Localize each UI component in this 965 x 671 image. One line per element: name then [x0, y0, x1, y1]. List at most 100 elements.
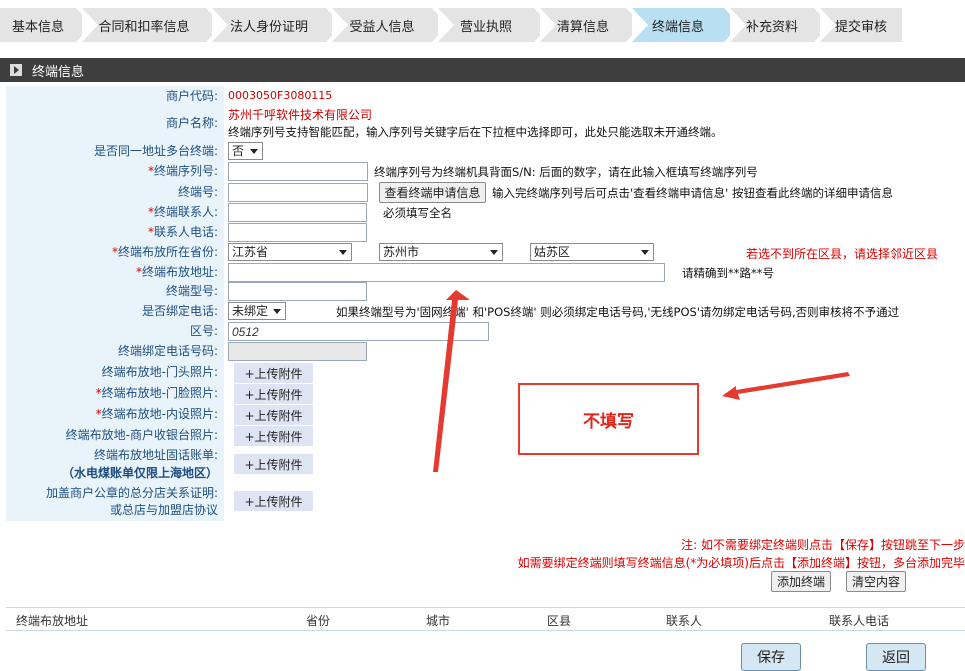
tab-terminal[interactable]: 终端信息	[632, 8, 740, 42]
label-text: 联系人电话:	[153, 225, 218, 239]
tab-license[interactable]: 营业执照	[438, 8, 550, 42]
contact-input[interactable]	[228, 203, 367, 222]
province-select[interactable]: 江苏省	[228, 243, 352, 261]
tab-label: 基本信息	[11, 19, 64, 35]
bind-phone-label: 是否绑定电话:	[141, 304, 218, 318]
select-value: 江苏省	[232, 245, 269, 259]
label-text: 终端布放地址:	[141, 265, 218, 279]
view-apply-button[interactable]: 查看终端申请信息	[379, 182, 486, 203]
select-value: 姑苏区	[534, 245, 571, 259]
step-tabs: 基本信息 合同和扣率信息 法人身份证明 受益人信息 营业执照 清算信息 终端信息…	[0, 8, 965, 42]
tab-label: 提交审核	[834, 19, 887, 35]
photo-cashier-label: 终端布放地-商户收银台照片:	[65, 428, 218, 442]
district-hint: 若选不到所在区县，请选择邻近区县	[746, 247, 939, 261]
contact-label: *终端联系人:	[147, 205, 218, 219]
select-value: 未绑定	[232, 304, 269, 318]
section-title: 终端信息	[32, 64, 85, 80]
bill-label: 终端布放地址固话账单:	[93, 448, 218, 462]
upload-inside-button[interactable]: +上传附件	[234, 405, 313, 425]
back-button[interactable]: 返回	[866, 643, 926, 671]
serial-label: *终端序列号:	[147, 164, 218, 178]
chevron-down-icon	[641, 250, 649, 255]
tab-label: 法人身份证明	[229, 19, 308, 35]
merchant-code-label: 商户代码:	[165, 89, 218, 103]
merchant-code-value: 0003050F3080115	[228, 89, 333, 102]
same-address-label: 是否同一地址多台终端:	[93, 144, 218, 158]
terminal-no-hint: 输入完终端序列号后可点击'查看终端申请信息' 按钮查看此终端的详细申请信息	[492, 186, 893, 200]
address-hint: 请精确到**路**号	[682, 266, 774, 280]
same-address-select[interactable]: 否	[228, 142, 263, 160]
photo-inside-label: *终端布放地-内设照片:	[95, 407, 218, 421]
annotation-text: 不填写	[583, 411, 634, 432]
photo-face-label: *终端布放地-门脸照片:	[95, 386, 218, 400]
label-text: 终端序列号:	[153, 164, 218, 178]
area-code-input[interactable]	[228, 322, 489, 341]
note-line-1: 注: 如不需要绑定终端则点击【保存】按钮跳至下一步	[681, 538, 965, 552]
terminal-no-input[interactable]	[228, 183, 368, 202]
label-text: 终端联系人:	[153, 205, 218, 219]
upload-face-button[interactable]: +上传附件	[234, 384, 313, 404]
bind-phone-hint: 如果终端型号为'固网终端' 和'POS终端' 则必须绑定电话号码,'无线POS'…	[336, 305, 900, 319]
tab-basic-info[interactable]: 基本信息	[0, 8, 92, 42]
model-input[interactable]	[228, 282, 367, 301]
column-header: 省份	[306, 614, 331, 628]
note-line-2: 如需要绑定终端则填写终端信息(*为必填项)后点击【添加终端】按钮，多台添加完毕	[517, 556, 965, 570]
terminal-no-label: 终端号:	[177, 185, 218, 199]
tab-settlement[interactable]: 清算信息	[540, 8, 642, 42]
serial-hint: 终端序列号为终端机具背面S/N: 后面的数字，请在此输入框填写终端序列号	[374, 165, 758, 179]
district-select[interactable]: 姑苏区	[530, 243, 654, 261]
serial-tip: 终端序列号支持智能匹配，输入序列号关键字后在下拉框中选择即可，此处只能选取未开通…	[228, 125, 723, 139]
area-code-label: 区号:	[189, 324, 218, 338]
clear-button[interactable]: 清空内容	[846, 571, 906, 592]
tab-label: 补充资料	[745, 19, 798, 35]
label-text: 终端布放地-门脸照片:	[101, 386, 218, 400]
label-text: 终端布放地-内设照片:	[101, 407, 218, 421]
upload-stamp-button[interactable]: +上传附件	[234, 491, 313, 511]
column-header: 联系人	[666, 614, 703, 628]
select-value: 苏州市	[383, 245, 420, 259]
chevron-down-icon	[339, 250, 347, 255]
chevron-down-icon	[250, 149, 258, 154]
chevron-down-icon	[273, 309, 281, 314]
terminal-form: 商户代码: 0003050F3080115 商户名称: 苏州千呼软件技术有限公司…	[6, 86, 965, 521]
contact-phone-input[interactable]	[228, 223, 367, 242]
bind-phone-select[interactable]: 未绑定	[228, 302, 286, 320]
tab-label: 终端信息	[651, 19, 704, 35]
terminal-table-header: 终端布放地址 省份 城市 区县 联系人 联系人电话	[6, 607, 965, 631]
select-value: 否	[232, 144, 245, 158]
bound-phone-label: 终端绑定电话号码:	[117, 344, 218, 358]
column-header: 联系人电话	[829, 614, 890, 628]
tab-submit[interactable]: 提交审核	[820, 8, 902, 42]
label-text: 终端布放所在省份:	[117, 245, 218, 259]
bill-note-label: （水电煤账单仅限上海地区）	[61, 466, 218, 480]
column-header: 终端布放地址	[16, 614, 89, 628]
tab-contract[interactable]: 合同和扣率信息	[82, 8, 222, 42]
upload-cashier-button[interactable]: +上传附件	[234, 426, 313, 446]
tab-label: 营业执照	[459, 19, 512, 35]
address-label: *终端布放地址:	[135, 265, 218, 279]
column-header: 城市	[426, 614, 451, 628]
merchant-name-label: 商户名称:	[165, 116, 218, 130]
tab-legal-id[interactable]: 法人身份证明	[212, 8, 342, 42]
contact-hint: 必须填写全名	[383, 206, 452, 220]
merchant-name-value: 苏州千呼软件技术有限公司	[228, 108, 373, 122]
section-header: 终端信息	[0, 58, 965, 82]
upload-bill-button[interactable]: +上传附件	[234, 454, 313, 474]
province-label: *终端布放所在省份:	[111, 245, 218, 259]
stamp-label-2: 或总店与加盟店协议	[109, 503, 218, 517]
address-input[interactable]	[228, 263, 665, 282]
serial-input[interactable]	[228, 162, 368, 181]
chevron-down-icon	[490, 250, 498, 255]
tab-label: 合同和扣率信息	[98, 19, 190, 35]
upload-door-button[interactable]: +上传附件	[234, 363, 313, 383]
model-label: 终端型号:	[165, 284, 218, 298]
city-select[interactable]: 苏州市	[379, 243, 503, 261]
bound-phone-input[interactable]	[228, 342, 367, 361]
save-button[interactable]: 保存	[741, 643, 801, 671]
add-terminal-button[interactable]: 添加终端	[771, 571, 831, 592]
tab-supplement[interactable]: 补充资料	[730, 8, 830, 42]
contact-phone-label: *联系人电话:	[147, 225, 218, 239]
tab-beneficiary[interactable]: 受益人信息	[332, 8, 448, 42]
tab-label: 清算信息	[556, 19, 609, 35]
tab-label: 受益人信息	[349, 19, 415, 35]
